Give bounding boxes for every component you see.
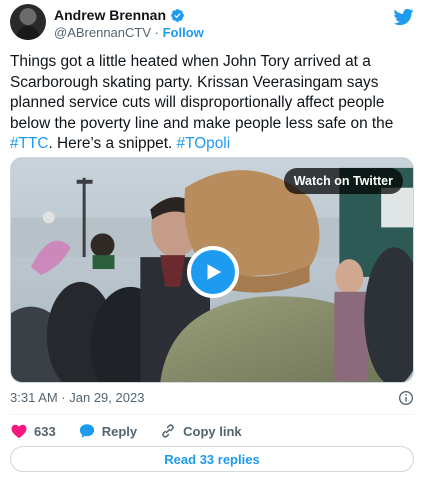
heart-icon [11, 424, 27, 439]
read-replies-button[interactable]: Read 33 replies [10, 446, 414, 472]
video-player[interactable]: Watch on Twitter [10, 157, 414, 383]
play-icon [207, 264, 222, 280]
author-name-row: Andrew Brennan [54, 7, 185, 23]
timestamp-row: 3:31 AM · Jan 29, 2023 [10, 390, 414, 408]
tweet-header: Andrew Brennan @ABrennanCTV · Follow [10, 4, 414, 44]
tweet-timestamp[interactable]: 3:31 AM · Jan 29, 2023 [10, 390, 144, 405]
author-display-name[interactable]: Andrew Brennan [54, 7, 166, 23]
play-button[interactable] [187, 246, 239, 298]
author-handle-row: @ABrennanCTV · Follow [54, 25, 204, 40]
like-count: 633 [34, 423, 56, 439]
hashtag-topoli[interactable]: #TOpoli [177, 135, 231, 152]
twitter-bird-icon[interactable] [392, 6, 414, 28]
copy-link-label: Copy link [183, 423, 242, 439]
tweet-text: Things got a little heated when John Tor… [10, 52, 414, 155]
author-handle[interactable]: @ABrennanCTV [54, 25, 151, 40]
handle-separator: · [151, 25, 163, 40]
speech-bubble-icon [79, 424, 94, 438]
divider [10, 414, 414, 415]
tweet-text-continued: . Here’s a snippet. [48, 135, 177, 152]
avatar[interactable] [10, 4, 46, 40]
tweet-actions: 633 Reply Copy link [10, 421, 414, 441]
tweet-text-body: Things got a little heated when John Tor… [10, 53, 394, 132]
watch-on-twitter-button[interactable]: Watch on Twitter [283, 168, 403, 194]
reply-label: Reply [101, 423, 138, 439]
verified-badge-icon [171, 8, 184, 22]
reply-button[interactable]: Reply [78, 422, 137, 440]
like-button[interactable]: 633 [10, 422, 56, 440]
follow-button[interactable]: Follow [163, 25, 204, 40]
hashtag-ttc[interactable]: #TTC [10, 135, 48, 152]
link-icon [162, 424, 174, 438]
copy-link-button[interactable]: Copy link [159, 422, 242, 440]
info-icon[interactable] [398, 390, 414, 406]
